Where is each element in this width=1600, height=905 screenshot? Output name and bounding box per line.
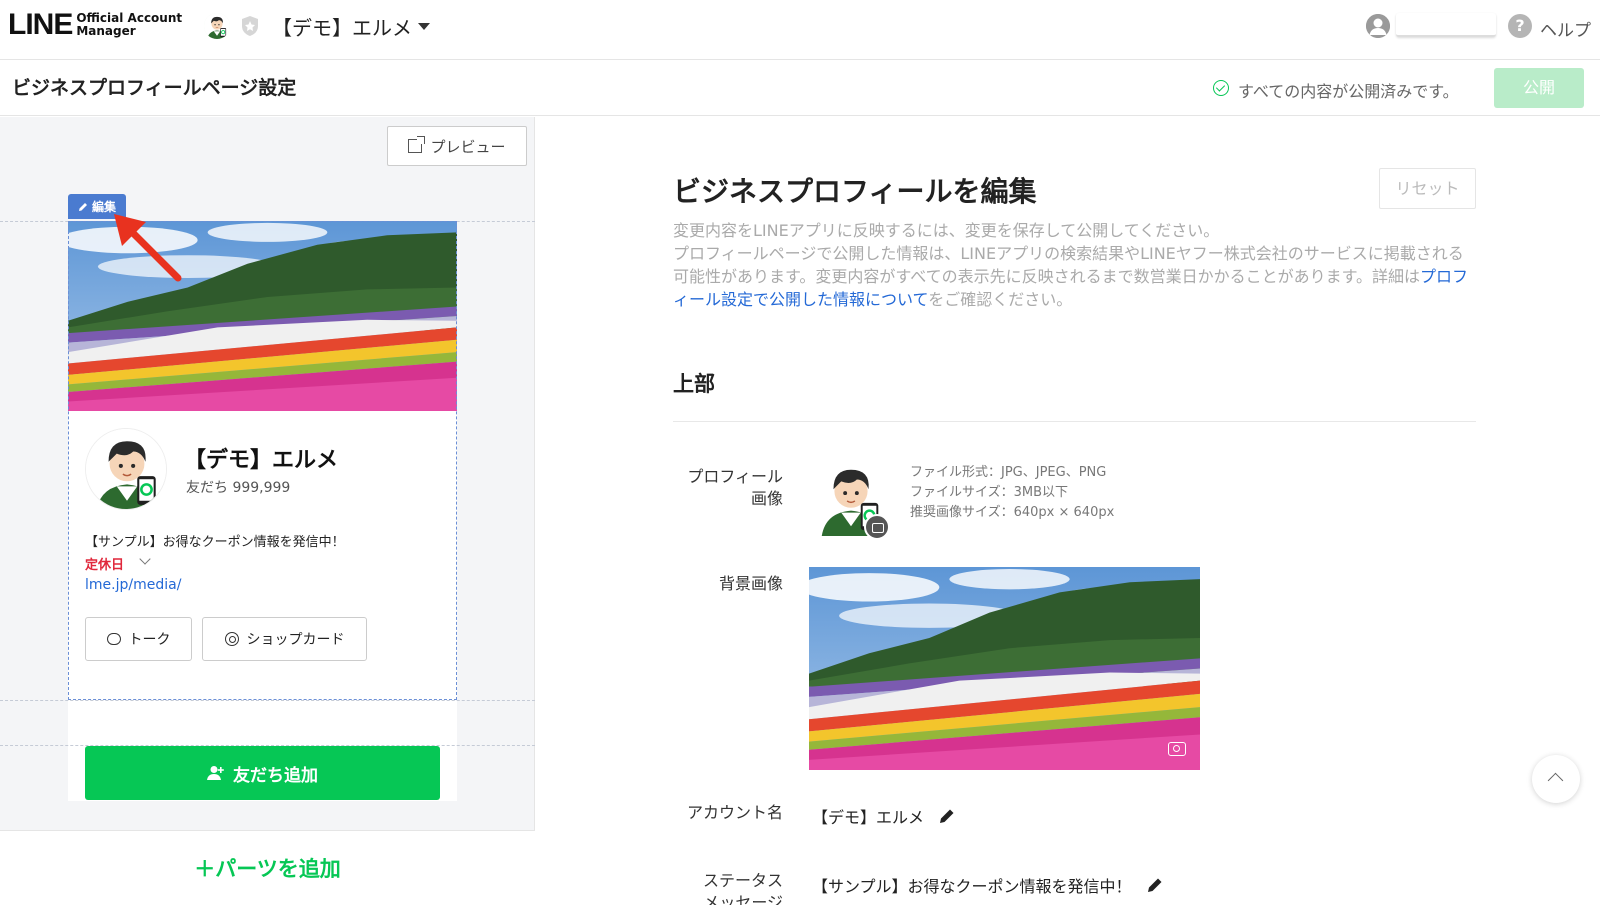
profile-avatar xyxy=(85,428,167,510)
file-requirements: ファイル形式：JPG、JPEG、PNG ファイルサイズ：3MB以下 推奨画像サイ… xyxy=(910,463,1114,523)
account-name-field: 【デモ】エルメ xyxy=(812,804,956,828)
editor-title: ビジネスプロフィールを編集 xyxy=(673,175,1037,208)
talk-button[interactable]: トーク xyxy=(85,617,192,661)
caret-down-icon[interactable] xyxy=(418,23,430,30)
account-avatar[interactable] xyxy=(204,13,230,39)
add-parts-bar: ＋パーツを追加 xyxy=(0,830,535,905)
file-size: ファイルサイズ：3MB以下 xyxy=(910,485,1069,500)
file-format: ファイル形式：JPG、JPEG、PNG xyxy=(910,465,1107,480)
status-message-label: ステータス メッセージ xyxy=(673,870,783,905)
label-line-1: ステータス xyxy=(702,871,783,890)
account-name-label: アカウント名 xyxy=(686,803,783,822)
status-message-field: 【サンプル】お得なクーポン情報を発信中！ xyxy=(812,873,1164,897)
label-line-2: メッセージ xyxy=(703,893,783,905)
user-avatar-icon[interactable] xyxy=(1366,14,1390,38)
profile-preview-card: 【デモ】エルメ 友だち 999,999 【サンプル】お得なクーポン情報を発信中！… xyxy=(68,221,457,801)
description-text: プロフィールページで公開した情報は、LINEアプリの検索結果やLINEヤフー株式… xyxy=(673,244,1464,286)
status-message-value: 【サンプル】お得なクーポン情報を発信中！ xyxy=(812,877,1132,896)
account-name-value: 【デモ】エルメ xyxy=(812,808,925,827)
shopcard-button[interactable]: ショップカード xyxy=(202,617,367,661)
shopcard-icon xyxy=(224,632,239,646)
add-parts-button[interactable]: ＋パーツを追加 xyxy=(0,853,535,883)
arrow-icon xyxy=(114,214,182,282)
pencil-icon[interactable] xyxy=(1146,876,1164,894)
page-bar: ビジネスプロフィールページ設定 すべての内容が公開済みです。 公開 xyxy=(0,60,1600,116)
section-divider xyxy=(673,421,1476,422)
section-divider xyxy=(0,700,535,701)
help-link[interactable]: ヘルプ xyxy=(1540,16,1591,41)
pencil-icon[interactable] xyxy=(938,807,956,825)
profile-link[interactable]: lme.jp/media/ xyxy=(85,577,181,593)
profile-image-label: プロフィール 画像 xyxy=(673,466,783,510)
description-line-2: プロフィールページで公開した情報は、LINEアプリの検索結果やLINEヤフー株式… xyxy=(673,242,1479,311)
preview-button[interactable]: プレビュー xyxy=(387,126,527,166)
editor-description: 変更内容をLINEアプリに反映するには、変更を保存して公開してください。 プロフ… xyxy=(673,219,1479,311)
reset-button[interactable]: リセット xyxy=(1379,168,1476,209)
friends-count: 友だち 999,999 xyxy=(186,480,291,496)
preview-button-label: プレビュー xyxy=(430,137,506,156)
shopcard-button-label: ショップカード xyxy=(246,632,345,648)
section-divider xyxy=(0,745,535,746)
line-oam-logo[interactable]: LINE Official Account Manager xyxy=(8,10,182,40)
preview-panel: プレビュー 編集 【デモ】エルメ 友だち 999,999 【サンプル】お得なクー… xyxy=(0,117,535,905)
external-link-icon xyxy=(408,136,426,153)
add-user-icon xyxy=(207,766,224,780)
account-name[interactable]: 【デモ】エルメ xyxy=(272,12,412,41)
label-line-2: 画像 xyxy=(750,489,783,508)
camera-icon[interactable] xyxy=(864,514,890,540)
publish-button[interactable]: 公開 xyxy=(1494,68,1584,108)
description-line-1: 変更内容をLINEアプリに反映するには、変更を保存して公開してください。 xyxy=(673,221,1220,240)
shield-icon xyxy=(242,16,258,36)
pencil-icon xyxy=(78,202,87,211)
top-header: LINE Official Account Manager 【デモ】エルメ ? … xyxy=(0,0,1600,60)
label-line-1: プロフィール xyxy=(687,467,783,486)
user-name-box[interactable] xyxy=(1396,13,1496,37)
description-tail: をご確認ください。 xyxy=(928,290,1073,309)
chevron-up-icon[interactable] xyxy=(1532,755,1580,803)
chevron-down-icon[interactable] xyxy=(139,553,151,565)
logo-sub-line-2: Manager xyxy=(76,24,136,38)
chat-icon xyxy=(106,633,121,645)
logo-subtitle: Official Account Manager xyxy=(76,12,182,38)
section-title-top: 上部 xyxy=(673,372,715,396)
publish-status: すべての内容が公開済みです。 xyxy=(1238,82,1459,101)
talk-button-label: トーク xyxy=(128,632,171,648)
add-friend-label: 友だち追加 xyxy=(233,765,318,786)
recommended-size: 推奨画像サイズ：640px × 640px xyxy=(910,505,1115,520)
holiday-label[interactable]: 定休日 xyxy=(85,554,124,573)
check-circle-icon xyxy=(1213,80,1229,96)
page-title: ビジネスプロフィールページ設定 xyxy=(12,77,297,99)
logo-wordmark: LINE xyxy=(8,8,73,41)
profile-name: 【デモ】エルメ xyxy=(184,448,339,473)
status-message: 【サンプル】お得なクーポン情報を発信中！ xyxy=(85,535,345,550)
help-icon[interactable]: ? xyxy=(1508,14,1532,38)
add-friend-button[interactable]: 友だち追加 xyxy=(85,746,440,800)
background-image-label: 背景画像 xyxy=(718,574,783,593)
background-image-upload[interactable] xyxy=(809,567,1200,770)
camera-icon[interactable] xyxy=(1168,742,1186,756)
